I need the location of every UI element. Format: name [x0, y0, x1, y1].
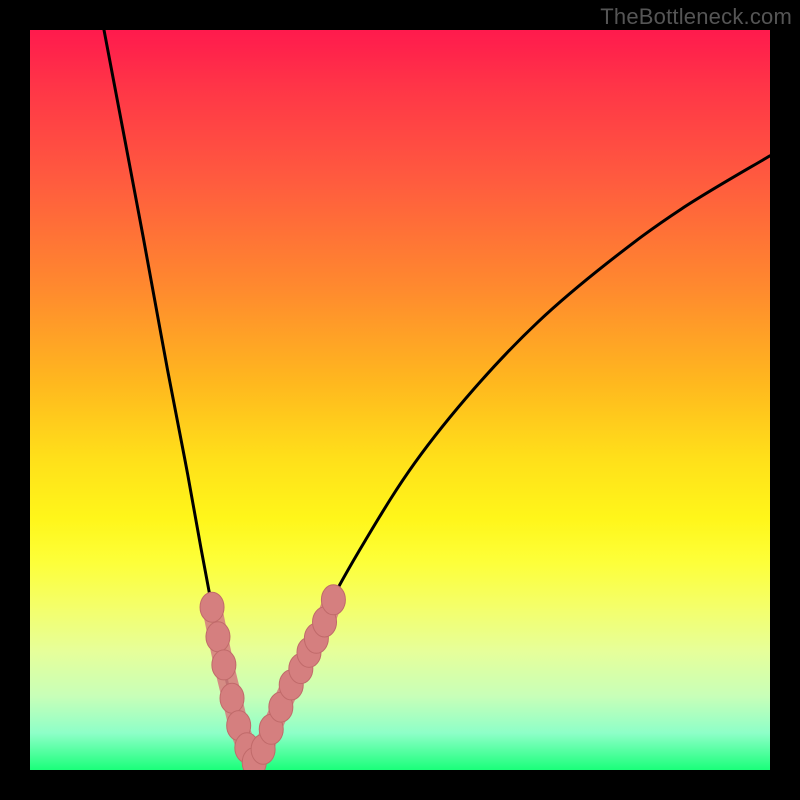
marker-point: [321, 585, 345, 615]
curve-right-branch: [254, 156, 770, 763]
marker-layer: [200, 585, 345, 770]
marker-point: [220, 683, 244, 713]
chart-svg: [30, 30, 770, 770]
outer-frame: TheBottleneck.com: [0, 0, 800, 800]
curve-left-branch: [104, 30, 254, 763]
watermark-text: TheBottleneck.com: [600, 4, 792, 30]
marker-point: [206, 622, 230, 652]
marker-point: [200, 592, 224, 622]
marker-point: [212, 650, 236, 680]
curve-layer: [104, 30, 770, 763]
plot-area: [30, 30, 770, 770]
